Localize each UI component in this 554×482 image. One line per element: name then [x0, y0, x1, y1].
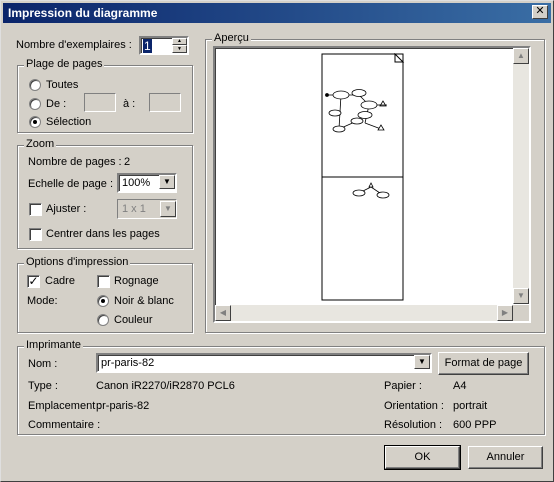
selection-label: Sélection: [46, 116, 92, 128]
close-icon: ✕: [535, 5, 545, 17]
scroll-down-icon[interactable]: ▼: [513, 288, 529, 304]
printer-type-label: Type :: [28, 380, 58, 392]
center-checkbox[interactable]: [29, 228, 42, 241]
ok-button[interactable]: OK: [384, 445, 461, 470]
radio-from-pages[interactable]: [29, 98, 41, 110]
scroll-up-icon[interactable]: ▲: [513, 48, 529, 64]
chevron-down-icon[interactable]: ▼: [414, 355, 430, 369]
crop-label: Rognage: [114, 275, 159, 287]
preview-legend: Aperçu: [212, 32, 251, 44]
stepper-down-icon[interactable]: ▼: [172, 45, 187, 53]
scale-label: Echelle de page :: [28, 178, 114, 190]
color-label: Couleur: [114, 314, 153, 326]
page-range-legend: Plage de pages: [24, 58, 105, 70]
printer-type-value: Canon iR2270/iR2870 PCL6: [96, 380, 235, 392]
crop-checkbox[interactable]: [97, 275, 110, 288]
vertical-scrollbar[interactable]: [513, 48, 529, 304]
orientation-value: portrait: [453, 400, 488, 412]
from-page-field[interactable]: [84, 93, 116, 112]
mode-label: Mode:: [27, 295, 58, 307]
cancel-button[interactable]: Annuler: [468, 446, 543, 469]
center-label: Centrer dans les pages: [46, 228, 160, 240]
chevron-down-icon: ▼: [160, 201, 176, 217]
radio-selection[interactable]: [29, 116, 41, 128]
print-options-legend: Options d'impression: [24, 256, 131, 268]
page-count-label: Nombre de pages :: [28, 156, 122, 168]
page-preview-svg: [321, 53, 405, 301]
printer-name-value: pr-paris-82: [101, 357, 155, 369]
fit-label: Ajuster :: [46, 203, 87, 215]
chevron-down-icon[interactable]: ▼: [159, 175, 175, 189]
radio-color[interactable]: [97, 314, 109, 326]
zoom-legend: Zoom: [24, 138, 57, 150]
printer-name-select[interactable]: pr-paris-82 ▼: [96, 353, 432, 373]
close-button[interactable]: ✕: [532, 5, 548, 19]
resolution-value: 600 PPP: [453, 419, 497, 431]
radio-black-white[interactable]: [97, 295, 109, 307]
resolution-label: Résolution :: [384, 419, 443, 431]
print-dialog: Impression du diagramme ✕ Nombre d'exemp…: [0, 0, 554, 482]
to-label: à :: [123, 98, 136, 110]
scale-value: 100%: [122, 177, 151, 189]
dialog-title: Impression du diagramme: [8, 6, 158, 20]
scale-select[interactable]: 100% ▼: [117, 173, 177, 193]
from-label: De :: [46, 98, 67, 110]
fit-value: 1 x 1: [122, 203, 146, 215]
radio-all-pages[interactable]: [29, 79, 41, 91]
scroll-corner: [513, 305, 529, 321]
copies-stepper[interactable]: 1 ▲ ▼: [139, 36, 189, 55]
fit-checkbox[interactable]: [29, 203, 42, 216]
page-format-button[interactable]: Format de page: [438, 352, 529, 375]
scroll-right-icon[interactable]: ▶: [497, 305, 513, 321]
printer-name-label: Nom :: [28, 358, 58, 370]
page-count-value: 2: [124, 156, 131, 168]
title-bar: Impression du diagramme ✕: [3, 3, 551, 23]
printer-legend: Imprimante: [24, 339, 84, 351]
paper-value: A4: [453, 380, 467, 392]
printer-location-value: pr-paris-82: [96, 400, 150, 412]
stepper-up-icon[interactable]: ▲: [172, 38, 187, 45]
to-page-field[interactable]: [149, 93, 181, 112]
preview-area[interactable]: ▲ ▼ ◀ ▶: [213, 46, 531, 323]
orientation-label: Orientation :: [384, 400, 444, 412]
printer-location-label: Emplacement :: [28, 400, 102, 412]
frame-label: Cadre: [45, 275, 75, 287]
all-pages-label: Toutes: [46, 79, 79, 91]
fit-select[interactable]: 1 x 1 ▼: [117, 199, 177, 219]
scroll-left-icon[interactable]: ◀: [215, 305, 231, 321]
bw-label: Noir & blanc: [114, 295, 174, 307]
copies-label: Nombre d'exemplaires :: [16, 39, 132, 51]
printer-comment-label: Commentaire :: [28, 419, 101, 431]
frame-checkbox[interactable]: ✓: [27, 275, 40, 288]
paper-label: Papier :: [384, 380, 422, 392]
copies-value[interactable]: 1: [143, 39, 152, 53]
horizontal-scrollbar[interactable]: [215, 305, 513, 321]
